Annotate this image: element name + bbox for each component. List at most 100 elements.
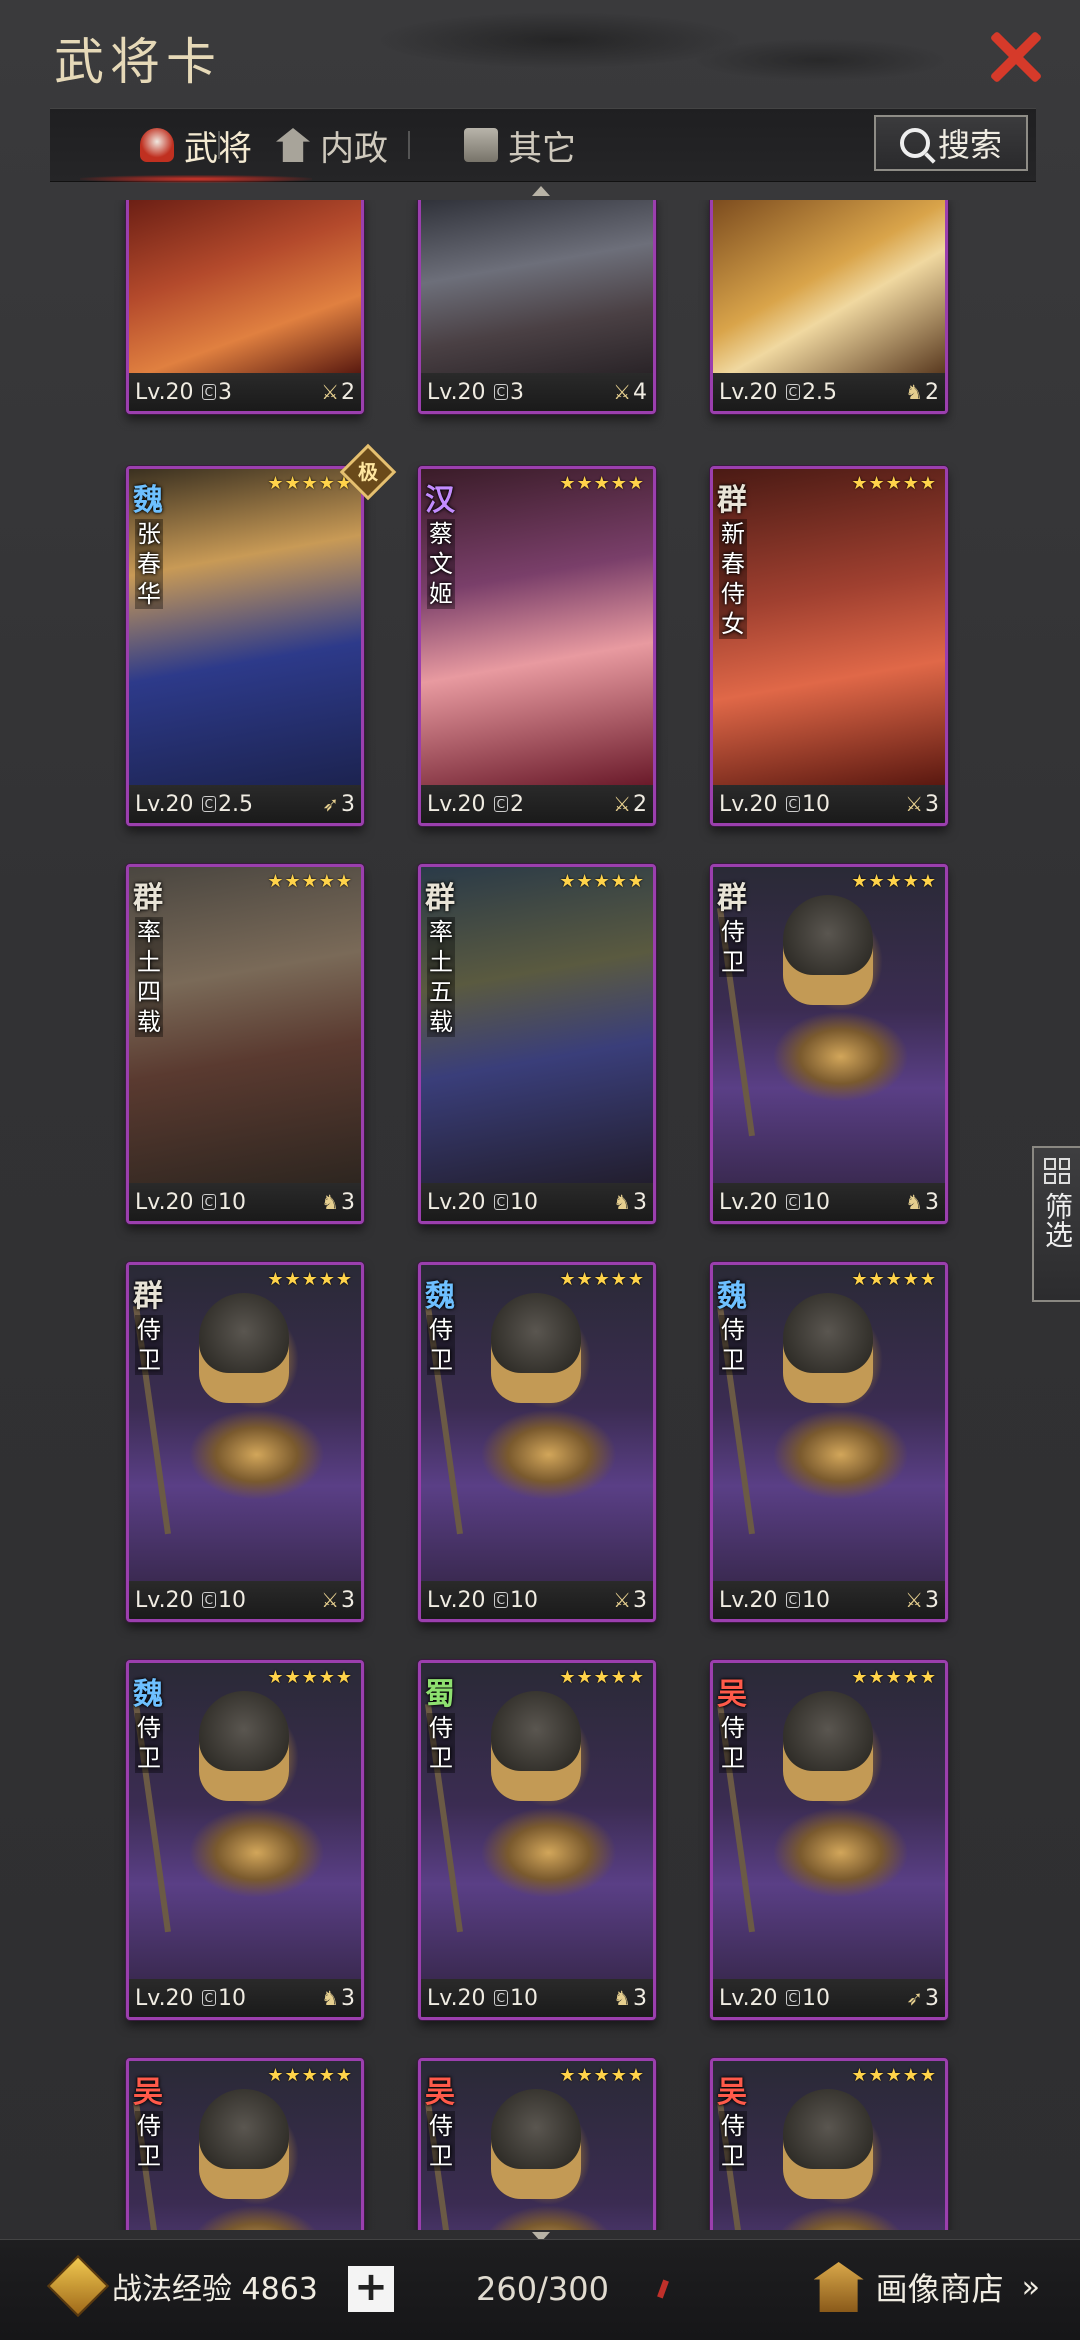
tab-others[interactable]: 其它 (464, 109, 576, 181)
faction-label: 魏 (133, 483, 163, 518)
general-card[interactable]: 群率土五载 ★★★★★ Lv.20 C 10 ♞ 3 (418, 864, 656, 1224)
cost-value: 10 (509, 1189, 538, 1215)
star-rating: ★★★★★ (851, 1667, 937, 1688)
horse-icon: ♞ (905, 380, 923, 404)
unit-value: 3 (633, 1985, 647, 2011)
faction-label: 群 (133, 881, 163, 916)
spear-icon: ⚔ (905, 792, 923, 816)
card-stats-bar: Lv.20 C 10 ♞ 3 (129, 1183, 361, 1221)
filter-button[interactable]: 筛选 (1032, 1146, 1080, 1302)
faction-label: 群 (133, 1279, 163, 1314)
cost-icon: C (785, 1990, 800, 2006)
search-icon (899, 128, 930, 158)
cost-value: 10 (217, 1985, 246, 2011)
cost-value: 10 (509, 1985, 538, 2011)
cost-value: 10 (801, 791, 830, 817)
page-title: 武将卡 (54, 33, 222, 91)
cost-value: 2 (509, 791, 524, 817)
general-name: 侍卫 (427, 1315, 455, 1375)
shop-icon (813, 2262, 864, 2312)
card-stats-bar: Lv.20 C 10 ➶ 3 (713, 1979, 945, 2017)
tab-bar: 武将 内政 其它 搜索 (50, 108, 1036, 183)
level-label: Lv.20 (135, 379, 194, 405)
shop-label: 画像商店 (875, 2270, 1004, 2308)
general-name: 侍卫 (427, 2111, 455, 2171)
spear-icon: ⚔ (613, 792, 631, 816)
card-stats-bar: Lv.20 C 2.5 ♞ 2 (713, 373, 945, 411)
card-portrait (129, 2061, 361, 2230)
add-exp-button[interactable]: + (348, 2266, 394, 2312)
spear-icon: ⚔ (613, 380, 631, 404)
card-portrait (713, 867, 945, 1183)
unit-value: 2 (341, 379, 355, 405)
general-card[interactable]: 吴侍卫 ★★★★★ (418, 2058, 656, 2230)
cost-icon: C (201, 384, 216, 400)
unit-value: 3 (341, 1189, 355, 1215)
general-card[interactable]: 吴侍卫 ★★★★★ (710, 2058, 948, 2230)
cost-icon: C (493, 1592, 508, 1608)
card-portrait (129, 469, 361, 785)
general-card[interactable]: 蜀侍卫 ★★★★★ Lv.20 C 10 ♞ 3 (418, 1660, 656, 2020)
general-card[interactable]: 魏张春华 ★★★★★ Lv.20 C 2.5 ➶ 3 (126, 466, 364, 826)
general-card[interactable]: Lv.20 C 3 ⚔ 2 (126, 200, 364, 414)
tab-domestic[interactable]: 内政 (276, 109, 388, 181)
tab-generals[interactable]: 武将 (80, 109, 312, 183)
faction-label: 魏 (717, 1279, 747, 1314)
tab-domestic-label: 内政 (320, 128, 388, 169)
close-icon[interactable] (988, 28, 1044, 84)
faction-label: 吴 (717, 2075, 747, 2110)
level-label: Lv.20 (427, 1587, 486, 1613)
level-label: Lv.20 (719, 1189, 778, 1215)
general-card[interactable]: 汉蔡文姬 ★★★★★ Lv.20 C 2 ⚔ 2 (418, 466, 656, 826)
general-card[interactable]: 魏侍卫 ★★★★★ Lv.20 C 10 ⚔ 3 (710, 1262, 948, 1622)
level-label: Lv.20 (135, 1587, 194, 1613)
general-card[interactable]: 吴侍卫 ★★★★★ (126, 2058, 364, 2230)
general-name: 侍卫 (719, 1315, 747, 1375)
horse-icon: ♞ (613, 1986, 631, 2010)
cost-icon: C (493, 1990, 508, 2006)
cost-icon: C (493, 384, 508, 400)
card-portrait (713, 2061, 945, 2230)
card-stats-bar: Lv.20 C 10 ⚔ 3 (713, 1581, 945, 1619)
star-rating: ★★★★★ (851, 1269, 937, 1290)
card-portrait (421, 469, 653, 785)
unit-value: 2 (633, 791, 647, 817)
general-card[interactable]: 吴侍卫 ★★★★★ Lv.20 C 10 ➶ 3 (710, 1660, 948, 2020)
portrait-shop-button[interactable]: 画像商店 » (813, 2262, 1040, 2312)
filter-label: 筛选 (1041, 1192, 1074, 1248)
unit-value: 3 (341, 1587, 355, 1613)
general-card[interactable]: 群率土四载 ★★★★★ Lv.20 C 10 ♞ 3 (126, 864, 364, 1224)
star-rating: ★★★★★ (851, 871, 937, 892)
horse-icon: ♞ (613, 1190, 631, 1214)
cost-value: 3 (217, 379, 232, 405)
unit-value: 4 (633, 379, 647, 405)
card-stats-bar: Lv.20 C 2 ⚔ 2 (421, 785, 653, 823)
horse-icon: ♞ (905, 1190, 923, 1214)
general-name: 蔡文姬 (427, 519, 455, 609)
general-name: 侍卫 (719, 2111, 747, 2171)
general-card[interactable]: 魏侍卫 ★★★★★ Lv.20 C 10 ♞ 3 (126, 1660, 364, 2020)
general-card[interactable]: 群侍卫 ★★★★★ Lv.20 C 10 ♞ 3 (710, 864, 948, 1224)
general-name: 侍卫 (427, 1713, 455, 1773)
general-name: 侍卫 (135, 1315, 163, 1375)
star-rating: ★★★★★ (267, 1269, 353, 1290)
general-card[interactable]: Lv.20 C 2.5 ♞ 2 (710, 200, 948, 414)
card-portrait (129, 1265, 361, 1581)
general-name: 侍卫 (135, 2111, 163, 2171)
temple-icon (276, 128, 310, 162)
card-grid: Lv.20 C 3 ⚔ 2 Lv.20 C 3 ⚔ 4 Lv.20 C 2.5 ♞ 2 魏张春华 ★★★★★ Lv… (0, 200, 1080, 2230)
card-stats-bar: Lv.20 C 10 ⚔ 3 (421, 1581, 653, 1619)
general-card[interactable]: Lv.20 C 3 ⚔ 4 (418, 200, 656, 414)
general-card[interactable]: 群新春侍女 ★★★★★ Lv.20 C 10 ⚔ 3 (710, 466, 948, 826)
general-card[interactable]: 魏侍卫 ★★★★★ Lv.20 C 10 ⚔ 3 (418, 1262, 656, 1622)
star-rating: ★★★★★ (267, 2065, 353, 2086)
decor-mark (657, 2279, 669, 2299)
general-card[interactable]: 群侍卫 ★★★★★ Lv.20 C 10 ⚔ 3 (126, 1262, 364, 1622)
unit-value: 3 (925, 1189, 939, 1215)
search-button[interactable]: 搜索 (874, 115, 1028, 171)
general-name: 新春侍女 (719, 519, 747, 639)
tactic-exp-icon (46, 2254, 110, 2318)
faction-label: 吴 (133, 2075, 163, 2110)
faction-label: 蜀 (425, 1677, 455, 1712)
horse-icon: ♞ (321, 1190, 339, 1214)
